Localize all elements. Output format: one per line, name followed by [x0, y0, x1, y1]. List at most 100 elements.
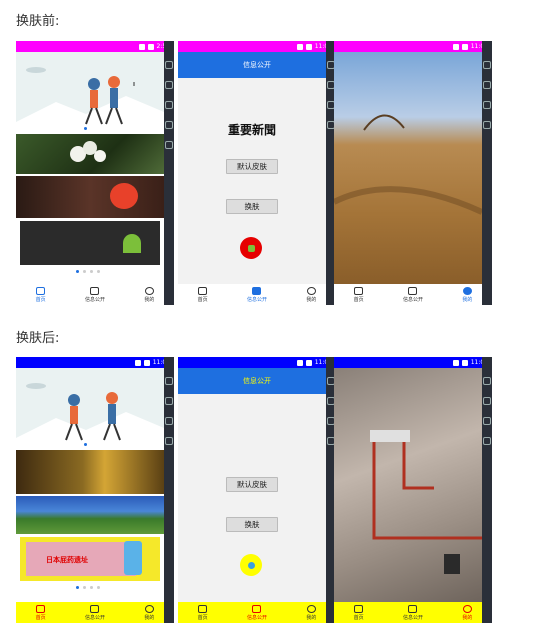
toolbar-icon[interactable]: [483, 61, 491, 69]
tab-home[interactable]: 首页: [354, 605, 364, 623]
document-icon: [252, 605, 262, 613]
wifi-icon: [296, 359, 303, 366]
lantern-card[interactable]: [16, 176, 164, 218]
home-icon: [198, 605, 208, 613]
tab-home[interactable]: 首页: [198, 605, 208, 623]
hikers-illustration: [16, 383, 164, 448]
toolbar-icon[interactable]: [165, 377, 173, 385]
side-toolbar: [164, 357, 174, 623]
default-skin-button[interactable]: 默认皮肤: [226, 477, 278, 492]
banner-dots: [84, 443, 87, 446]
wifi-icon: [138, 43, 145, 50]
battery-icon: [143, 359, 150, 366]
change-skin-button[interactable]: 换肤: [226, 517, 278, 532]
tab-info[interactable]: 信息公开: [247, 287, 267, 305]
tab-mine[interactable]: 我的: [306, 287, 316, 305]
tab-mine[interactable]: 我的: [462, 605, 472, 623]
battery-icon: [461, 359, 468, 366]
tab-mine[interactable]: 我的: [462, 287, 472, 305]
home-icon: [198, 287, 208, 295]
field-card[interactable]: [16, 496, 164, 534]
smiley-icon: [144, 287, 154, 295]
tab-home[interactable]: 首页: [198, 287, 208, 305]
side-toolbar: [482, 357, 492, 623]
toolbar-icon[interactable]: [483, 417, 491, 425]
tree-image: [334, 114, 484, 215]
battery-icon: [305, 43, 312, 50]
home-icon: [36, 287, 46, 295]
after-home-screen: 11:09 日本屁药遗址 首页 信息公开 我的: [16, 357, 174, 623]
android-card[interactable]: [20, 221, 160, 265]
tab-info[interactable]: 信息公开: [403, 287, 423, 305]
toolbar-icon[interactable]: [165, 81, 173, 89]
hikers-illustration: [16, 67, 164, 132]
person-icon: [462, 605, 472, 613]
toolbar-icon[interactable]: [483, 121, 491, 129]
tab-home[interactable]: 首页: [354, 287, 364, 305]
toolbar-icon[interactable]: [165, 141, 173, 149]
wifi-icon: [134, 359, 141, 366]
hiker-banner[interactable]: [16, 52, 164, 132]
android-icon: [247, 244, 255, 252]
tab-mine[interactable]: 我的: [144, 287, 154, 305]
toolbar-icon[interactable]: [483, 437, 491, 445]
toolbar-icon[interactable]: [483, 377, 491, 385]
change-skin-button[interactable]: 换肤: [226, 199, 278, 214]
tab-info[interactable]: 信息公开: [247, 605, 267, 623]
tab-home[interactable]: 首页: [36, 605, 46, 623]
home-icon: [354, 287, 364, 295]
tab-info[interactable]: 信息公开: [85, 605, 105, 623]
landscape-photo: [334, 52, 484, 284]
tab-bar: 首页 信息公开 我的: [178, 284, 336, 305]
toolbar-icon[interactable]: [165, 437, 173, 445]
wifi-icon: [452, 359, 459, 366]
default-skin-button[interactable]: 默认皮肤: [226, 159, 278, 174]
tab-info[interactable]: 信息公开: [85, 287, 105, 305]
flower-card[interactable]: [16, 134, 164, 174]
before-mine-screen: 11:09 首页 信息公开 我的: [334, 41, 492, 305]
smiley-icon: [462, 287, 472, 295]
headline: 重要新聞: [227, 123, 276, 137]
status-bar: 11:09: [178, 41, 336, 52]
flower-image: [70, 141, 106, 162]
battery-icon: [305, 359, 312, 366]
page-title: 信息公开: [178, 368, 336, 394]
toolbar-icon[interactable]: [165, 101, 173, 109]
after-info-screen: 11:09 信息公开 默认皮肤 换肤 首页 信息公开 我的: [178, 357, 336, 623]
status-bar: 11:09: [178, 357, 336, 368]
tab-mine[interactable]: 我的: [306, 605, 316, 623]
after-mine-screen: 11:09 首页 信息公开 我的: [334, 357, 492, 623]
toolbar-icon[interactable]: [165, 397, 173, 405]
page-title: 信息公开: [178, 52, 336, 78]
spray-bottle-image: [124, 541, 142, 575]
wifi-icon: [452, 43, 459, 50]
fab-icon: [247, 561, 255, 569]
wifi-icon: [296, 43, 303, 50]
banner-card[interactable]: 日本屁药遗址: [20, 537, 160, 581]
status-bar: 11:09: [334, 41, 492, 52]
tab-bar: 首页 信息公开 我的: [178, 602, 336, 623]
tab-home[interactable]: 首页: [36, 287, 46, 305]
floating-action-button[interactable]: [240, 237, 262, 259]
toolbar-icon[interactable]: [483, 101, 491, 109]
document-icon: [90, 287, 100, 295]
hiker-banner[interactable]: [16, 368, 164, 448]
toolbar-icon[interactable]: [483, 81, 491, 89]
toolbar-icon[interactable]: [165, 121, 173, 129]
smiley-icon: [306, 287, 316, 295]
toolbar-icon[interactable]: [483, 397, 491, 405]
tab-mine[interactable]: 我的: [144, 605, 154, 623]
tea-card[interactable]: [16, 450, 164, 494]
home-icon: [36, 605, 46, 613]
home-icon: [354, 605, 364, 613]
tab-bar: 首页 信息公开 我的: [334, 284, 492, 305]
side-toolbar: [482, 41, 492, 305]
tab-info[interactable]: 信息公开: [403, 605, 423, 623]
floating-action-button[interactable]: [240, 554, 262, 576]
document-icon: [252, 287, 262, 295]
toolbar-icon[interactable]: [165, 61, 173, 69]
after-label: 换肤后:: [16, 331, 60, 346]
status-bar: 11:09: [16, 357, 174, 368]
tab-bar: 首页 信息公开 我的: [334, 602, 492, 623]
toolbar-icon[interactable]: [165, 417, 173, 425]
